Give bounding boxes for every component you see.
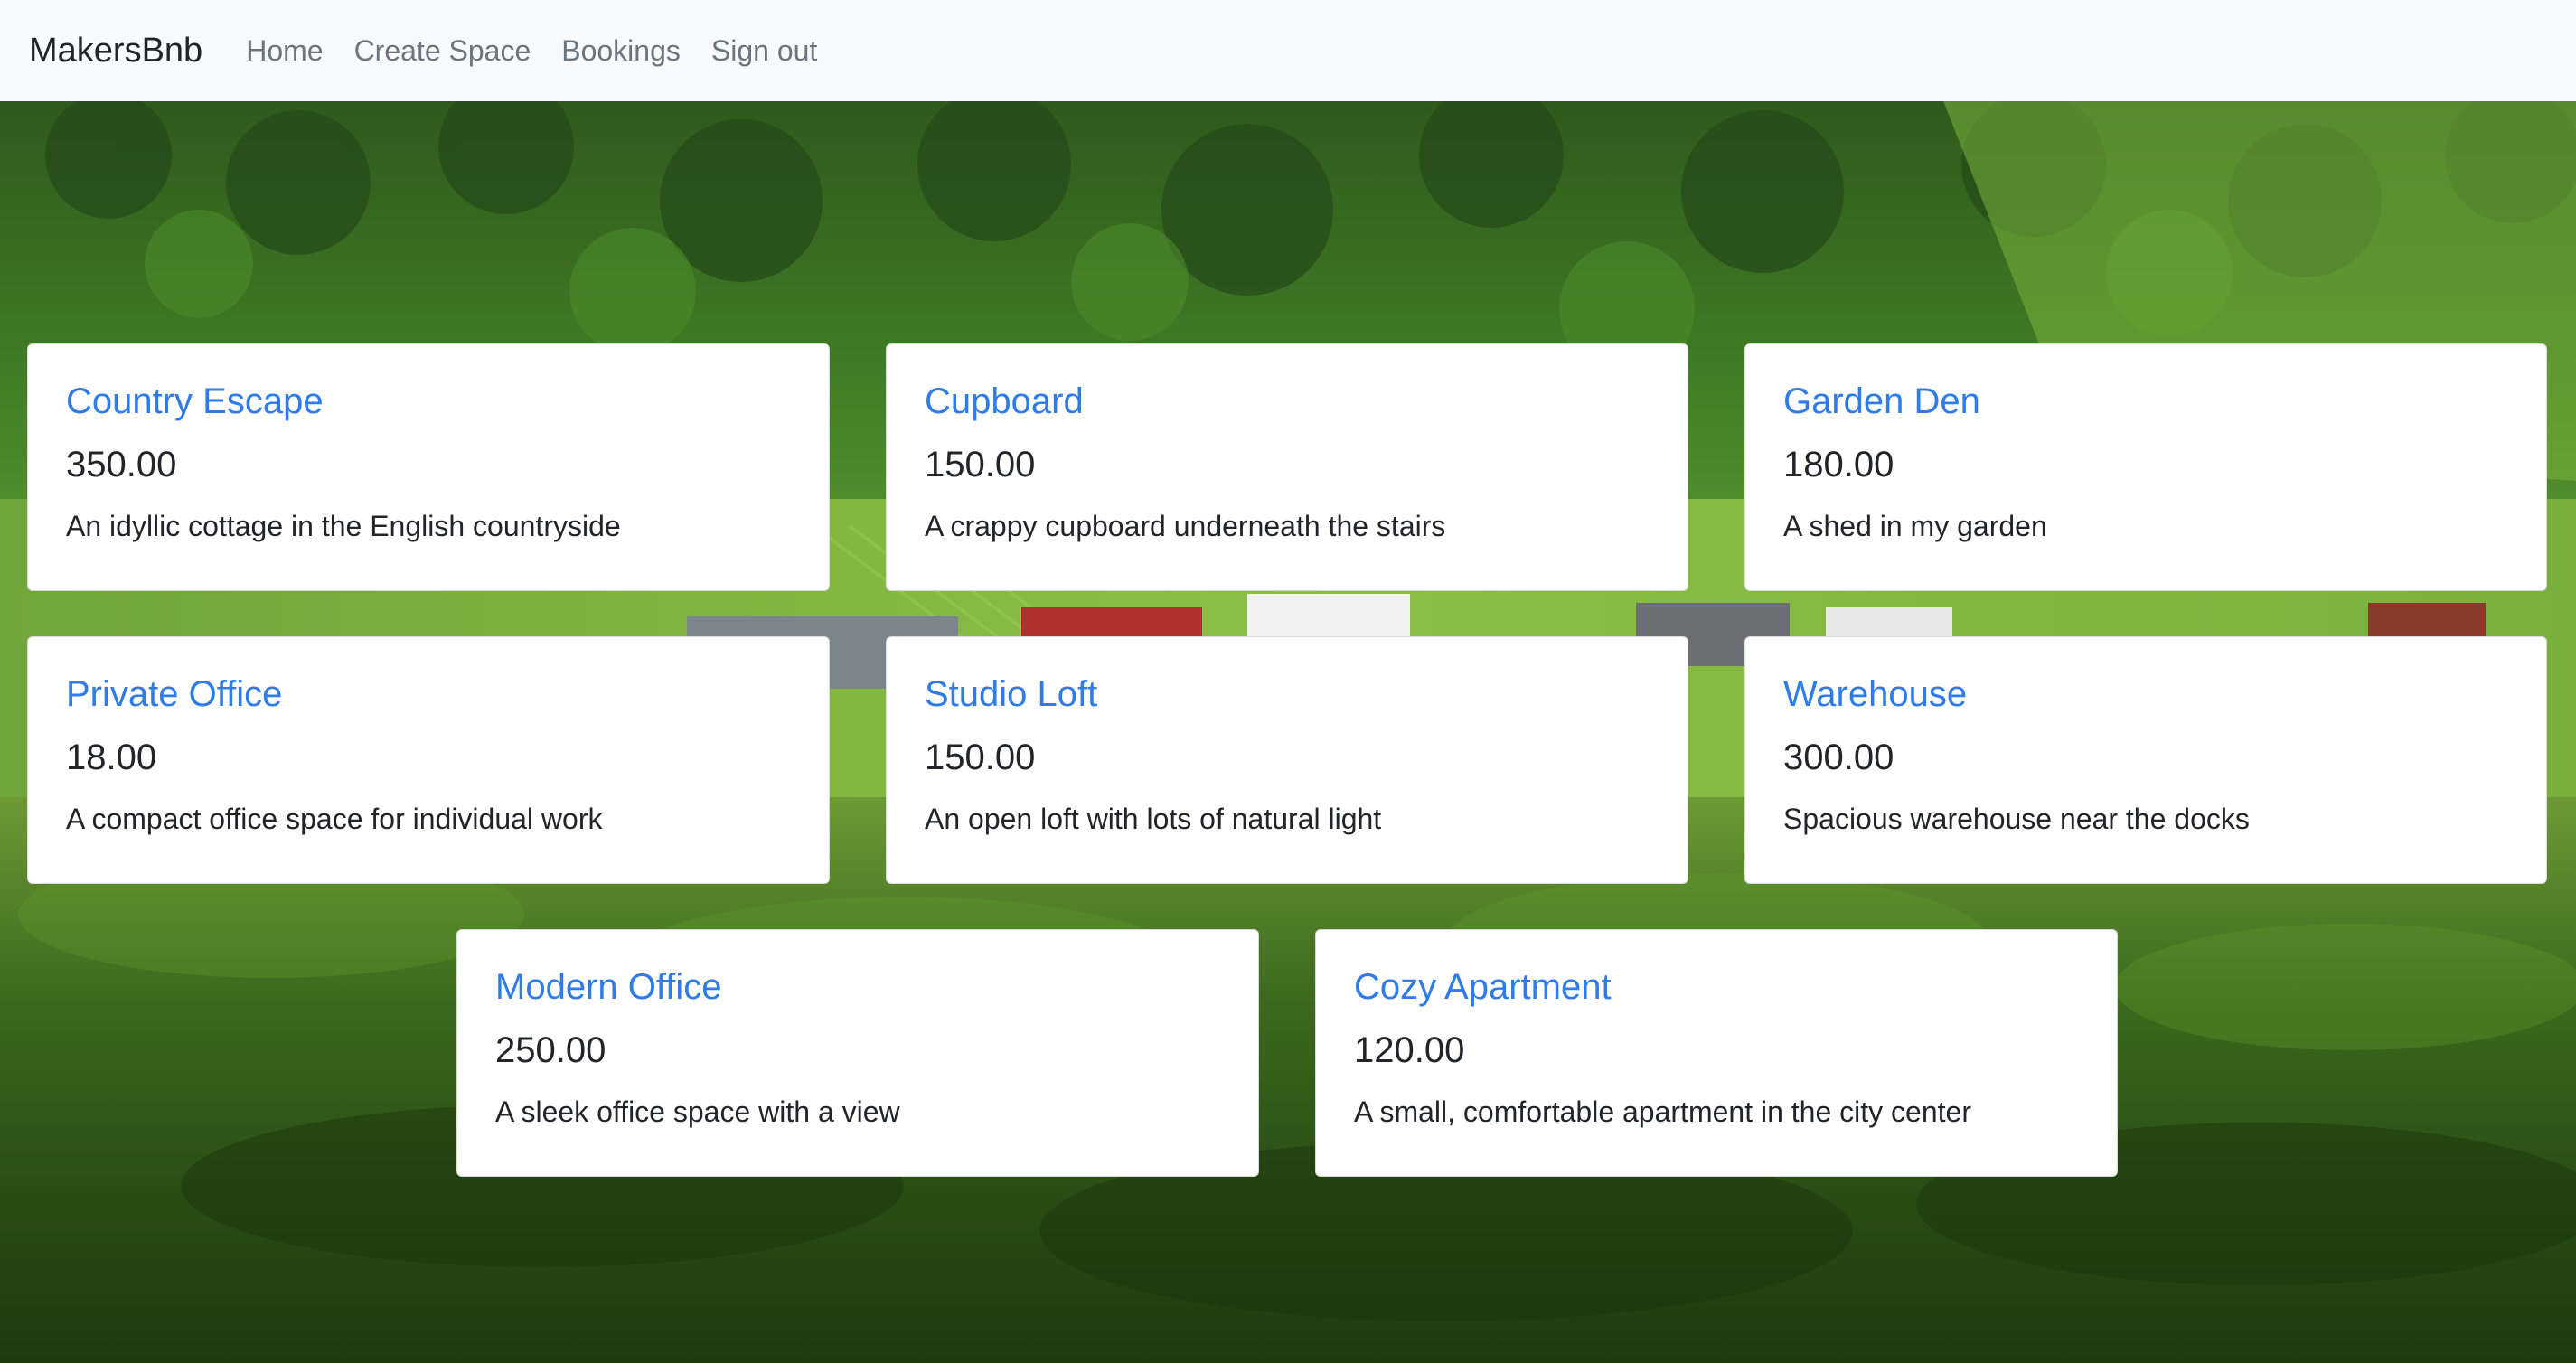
space-title-link[interactable]: Modern Office (495, 966, 1220, 1008)
space-price: 120.00 (1354, 1030, 1465, 1070)
space-description: A shed in my garden (1783, 510, 2047, 542)
space-description: Spacious warehouse near the docks (1783, 803, 2250, 835)
space-price: 350.00 (66, 445, 177, 484)
space-price: 150.00 (925, 445, 1036, 484)
space-price: 300.00 (1783, 738, 1894, 777)
space-card: Modern Office 250.00 A sleek office spac… (456, 929, 1259, 1177)
nav-link-home[interactable]: Home (246, 34, 323, 68)
space-price: 180.00 (1783, 445, 1894, 484)
space-card: Studio Loft 150.00 An open loft with lot… (886, 636, 1688, 884)
space-price: 150.00 (925, 738, 1036, 777)
navbar: MakersBnb Home Create Space Bookings Sig… (0, 0, 2576, 101)
space-card: Country Escape 350.00 An idyllic cottage… (27, 343, 830, 591)
space-description: A compact office space for individual wo… (66, 803, 603, 835)
nav-link-bookings[interactable]: Bookings (561, 34, 681, 68)
space-card: Cupboard 150.00 A crappy cupboard undern… (886, 343, 1688, 591)
nav-link-sign-out[interactable]: Sign out (711, 34, 817, 68)
space-card: Private Office 18.00 A compact office sp… (27, 636, 830, 884)
space-title-link[interactable]: Cozy Apartment (1354, 966, 2079, 1008)
space-title-link[interactable]: Warehouse (1783, 673, 2508, 715)
space-description: A small, comfortable apartment in the ci… (1354, 1095, 1971, 1128)
space-title-link[interactable]: Country Escape (66, 381, 791, 422)
space-price: 18.00 (66, 738, 157, 777)
space-title-link[interactable]: Private Office (66, 673, 791, 715)
space-description: An idyllic cottage in the English countr… (66, 510, 621, 542)
space-price: 250.00 (495, 1030, 606, 1070)
space-title-link[interactable]: Garden Den (1783, 381, 2508, 422)
space-card: Cozy Apartment 120.00 A small, comfortab… (1315, 929, 2118, 1177)
space-description: A sleek office space with a view (495, 1095, 900, 1128)
space-description: A crappy cupboard underneath the stairs (925, 510, 1446, 542)
space-title-link[interactable]: Cupboard (925, 381, 1650, 422)
brand-logo[interactable]: MakersBnb (29, 32, 202, 70)
space-card: Warehouse 300.00 Spacious warehouse near… (1744, 636, 2547, 884)
space-title-link[interactable]: Studio Loft (925, 673, 1650, 715)
space-description: An open loft with lots of natural light (925, 803, 1382, 835)
space-card: Garden Den 180.00 A shed in my garden (1744, 343, 2547, 591)
nav-link-create-space[interactable]: Create Space (354, 34, 531, 68)
